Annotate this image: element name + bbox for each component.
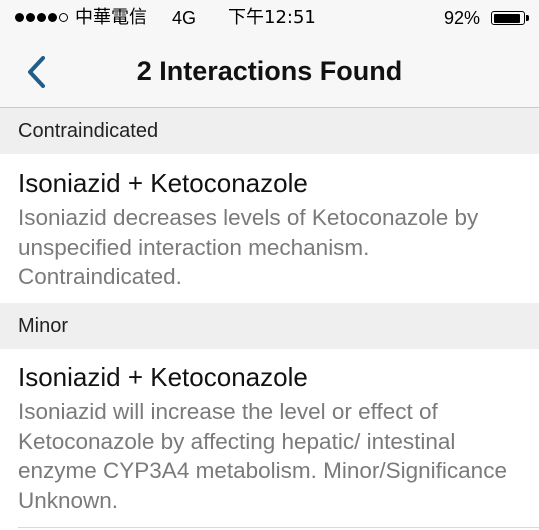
battery-cap xyxy=(526,15,529,21)
carrier-name: 中華電信 xyxy=(75,7,147,28)
section-header-minor: Minor xyxy=(0,303,539,349)
interaction-item[interactable]: Isoniazid + Ketoconazole Isoniazid will … xyxy=(0,349,539,530)
signal-strength-icon xyxy=(15,13,70,22)
interaction-description: Isoniazid decreases levels of Ketoconazo… xyxy=(18,205,479,289)
battery-percent: 92% xyxy=(444,8,481,28)
status-bar: 中華電信 4G 下午12:51 92% xyxy=(0,0,539,36)
list-divider xyxy=(18,527,539,528)
status-time: 下午12:51 xyxy=(228,7,316,28)
interaction-title: Isoniazid + Ketoconazole xyxy=(18,362,308,392)
interaction-item[interactable]: Isoniazid + Ketoconazole Isoniazid decre… xyxy=(0,154,539,303)
battery-fill xyxy=(493,13,521,23)
section-header-contraindicated: Contraindicated xyxy=(0,108,539,154)
nav-bar: 2 Interactions Found xyxy=(0,36,539,108)
interaction-description: Isoniazid will increase the level or eff… xyxy=(18,399,507,513)
battery-icon xyxy=(491,11,525,25)
page-title: 2 Interactions Found xyxy=(136,56,403,86)
interaction-title: Isoniazid + Ketoconazole xyxy=(18,168,308,198)
network-type: 4G xyxy=(172,8,197,28)
